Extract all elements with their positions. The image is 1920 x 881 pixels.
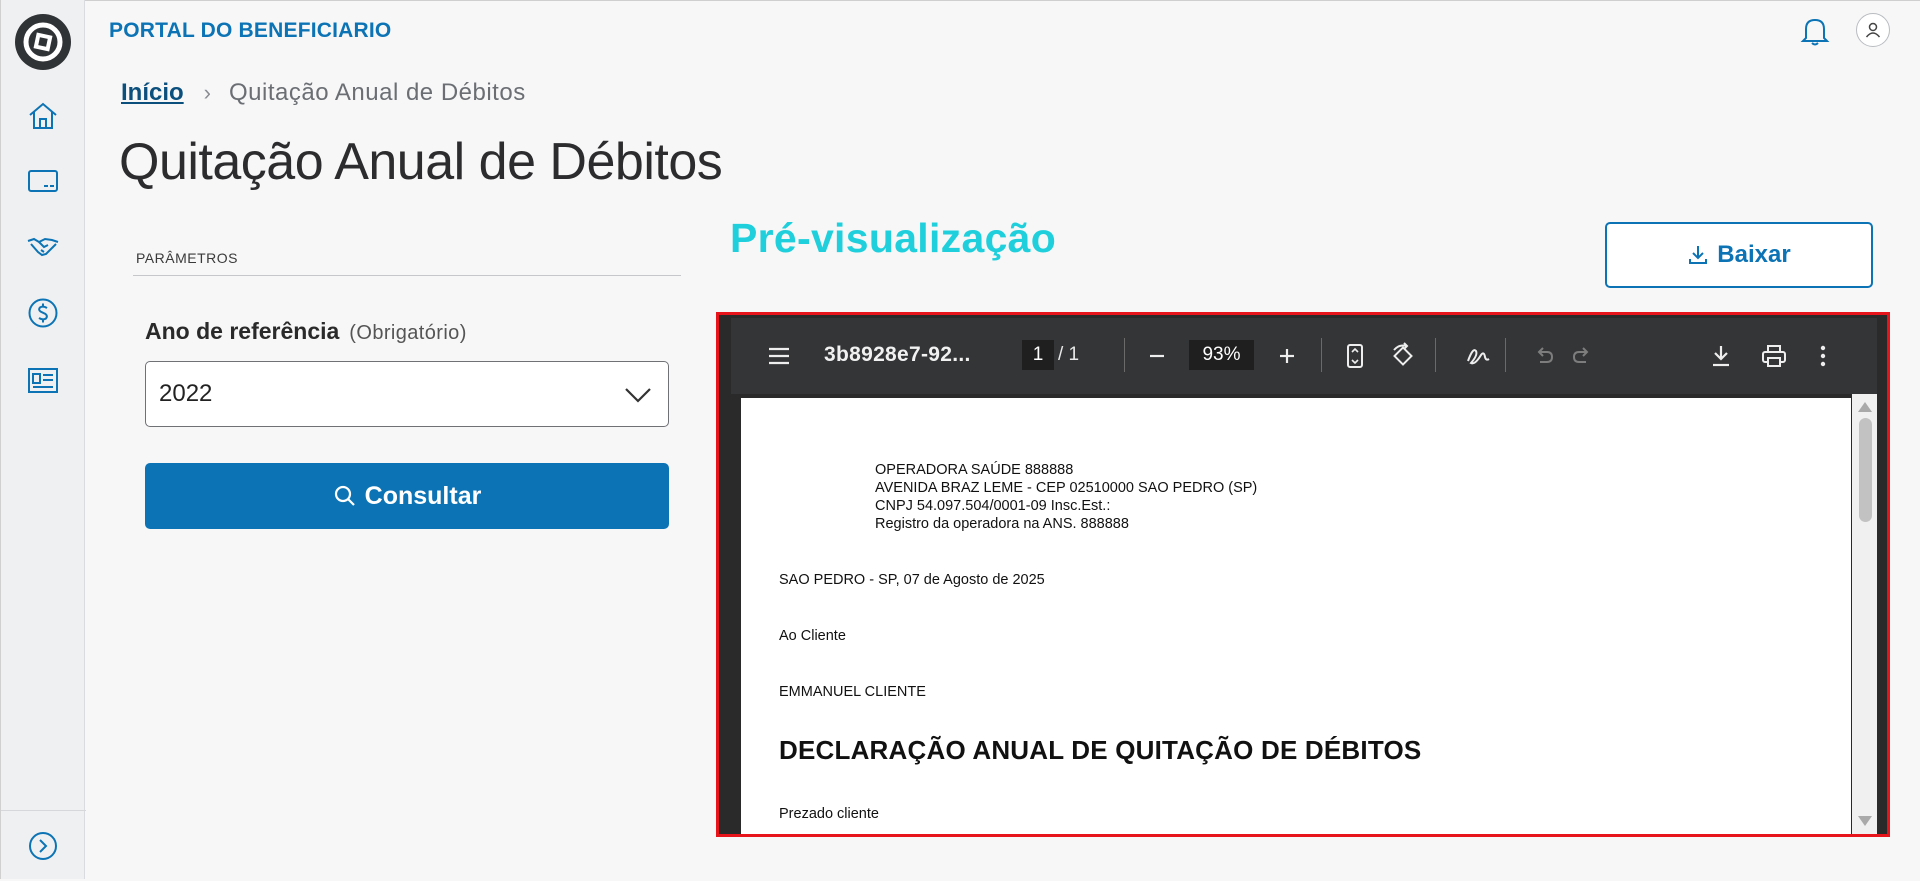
sidebar-item-home[interactable] xyxy=(26,99,60,133)
download-button-label: Baixar xyxy=(1717,241,1791,268)
app-logo[interactable] xyxy=(15,14,71,70)
toolbar-separator xyxy=(1435,338,1436,372)
pdf-greeting: Prezado cliente xyxy=(779,806,879,822)
breadcrumb-current: Quitação Anual de Débitos xyxy=(229,79,526,106)
year-field-label: Ano de referência (Obrigatório) xyxy=(145,318,467,345)
sidebar-item-finance[interactable] xyxy=(26,296,60,330)
zoom-in-button[interactable] xyxy=(1274,342,1300,370)
annotate-button[interactable] xyxy=(1463,342,1493,370)
bell-icon xyxy=(1800,18,1830,46)
brand-title: PORTAL DO BENEFICIARIO xyxy=(109,19,392,42)
preview-title: Pré-visualização xyxy=(730,215,1057,261)
sidebar-item-partners[interactable] xyxy=(26,230,60,264)
consult-button[interactable]: Consultar xyxy=(145,463,669,529)
user-icon xyxy=(1865,22,1881,38)
pdf-scrollbar[interactable] xyxy=(1852,394,1877,834)
download-icon xyxy=(1713,346,1729,367)
sidebar-expand-button[interactable] xyxy=(26,829,60,863)
minus-icon xyxy=(1150,354,1164,358)
chevron-right-circle-icon xyxy=(29,832,57,860)
download-button[interactable]: Baixar xyxy=(1605,222,1873,288)
chevron-down-icon xyxy=(625,388,651,403)
pdf-place-date: SAO PEDRO - SP, 07 de Agosto de 2025 xyxy=(779,572,1045,588)
year-select[interactable]: 2022 xyxy=(145,361,669,427)
dollar-icon xyxy=(28,298,58,328)
search-icon xyxy=(334,485,355,506)
print-button[interactable] xyxy=(1759,342,1789,370)
consult-button-label: Consultar xyxy=(364,481,482,510)
pdf-operator-cnpj: CNPJ 54.097.504/0001-09 Insc.Est.: xyxy=(875,498,1111,514)
fit-page-icon xyxy=(1347,344,1363,368)
more-vertical-icon xyxy=(1820,345,1826,367)
fit-page-button[interactable] xyxy=(1342,342,1368,370)
undo-icon xyxy=(1537,347,1554,363)
params-divider xyxy=(133,275,681,276)
pdf-heading: DECLARAÇÃO ANUAL DE QUITAÇÃO DE DÉBITOS xyxy=(779,735,1422,765)
draw-icon xyxy=(1467,349,1490,365)
avatar[interactable] xyxy=(1856,13,1890,47)
pdf-toolbar: 3b8928e7-92... 1 / 1 93% xyxy=(731,318,1877,394)
toolbar-separator xyxy=(1505,338,1506,372)
page-total: / 1 xyxy=(1058,344,1080,365)
scroll-thumb[interactable] xyxy=(1859,418,1872,522)
sidebar xyxy=(0,0,86,879)
redo-button[interactable] xyxy=(1569,342,1595,370)
menu-button[interactable] xyxy=(766,342,792,370)
page-number-input[interactable]: 1 xyxy=(1022,340,1054,370)
id-card-icon xyxy=(28,368,58,393)
pdf-operator-ans: Registro da operadora na ANS. 888888 xyxy=(875,516,1129,532)
year-label-text: Ano de referência xyxy=(145,318,340,344)
year-required-hint: (Obrigatório) xyxy=(349,322,467,344)
download-icon xyxy=(1689,246,1708,264)
pdf-document-name: 3b8928e7-92... xyxy=(824,343,971,366)
params-section-label: PARÂMETROS xyxy=(136,250,238,266)
year-select-value: 2022 xyxy=(159,380,213,407)
zoom-level-input[interactable]: 93% xyxy=(1189,340,1254,370)
toolbar-separator xyxy=(1321,338,1322,372)
card-icon xyxy=(28,170,58,192)
pdf-content-area[interactable]: OPERADORA SAÚDE 888888 AVENIDA BRAZ LEME… xyxy=(731,394,1877,834)
pdf-download-button[interactable] xyxy=(1708,342,1734,370)
sidebar-divider xyxy=(1,810,86,811)
pdf-operator-address: AVENIDA BRAZ LEME - CEP 02510000 SAO PED… xyxy=(875,480,1258,496)
notifications-button[interactable] xyxy=(1798,14,1832,48)
pdf-salutation: Ao Cliente xyxy=(779,628,846,644)
pdf-viewer: 3b8928e7-92... 1 / 1 93% OPERADORA SAÚDE… xyxy=(716,312,1890,837)
home-icon xyxy=(29,102,57,129)
undo-button[interactable] xyxy=(1531,342,1557,370)
printer-icon xyxy=(1762,345,1786,367)
rotate-icon xyxy=(1393,342,1413,366)
scroll-up-arrow[interactable] xyxy=(1858,402,1872,412)
pdf-operator-name: OPERADORA SAÚDE 888888 xyxy=(875,462,1074,478)
breadcrumb-home-link[interactable]: Início xyxy=(121,79,184,107)
pdf-page: OPERADORA SAÚDE 888888 AVENIDA BRAZ LEME… xyxy=(741,398,1851,834)
chevron-right-icon: › xyxy=(203,80,211,105)
breadcrumb: Início › Quitação Anual de Débitos xyxy=(121,79,526,107)
pdf-client-name: EMMANUEL CLIENTE xyxy=(779,684,926,700)
handshake-icon xyxy=(27,237,59,257)
zoom-out-button[interactable] xyxy=(1144,342,1170,370)
rotate-button[interactable] xyxy=(1388,342,1418,370)
sidebar-item-card[interactable] xyxy=(26,164,60,198)
logo-icon xyxy=(23,22,63,62)
hamburger-icon xyxy=(769,347,789,365)
page-title: Quitação Anual de Débitos xyxy=(119,133,723,191)
toolbar-separator xyxy=(1124,338,1125,372)
redo-icon xyxy=(1572,347,1589,363)
sidebar-item-documents[interactable] xyxy=(26,363,60,397)
more-options-button[interactable] xyxy=(1813,342,1833,370)
top-border xyxy=(0,0,1920,1)
plus-icon xyxy=(1280,349,1294,363)
scroll-down-arrow[interactable] xyxy=(1858,816,1872,826)
